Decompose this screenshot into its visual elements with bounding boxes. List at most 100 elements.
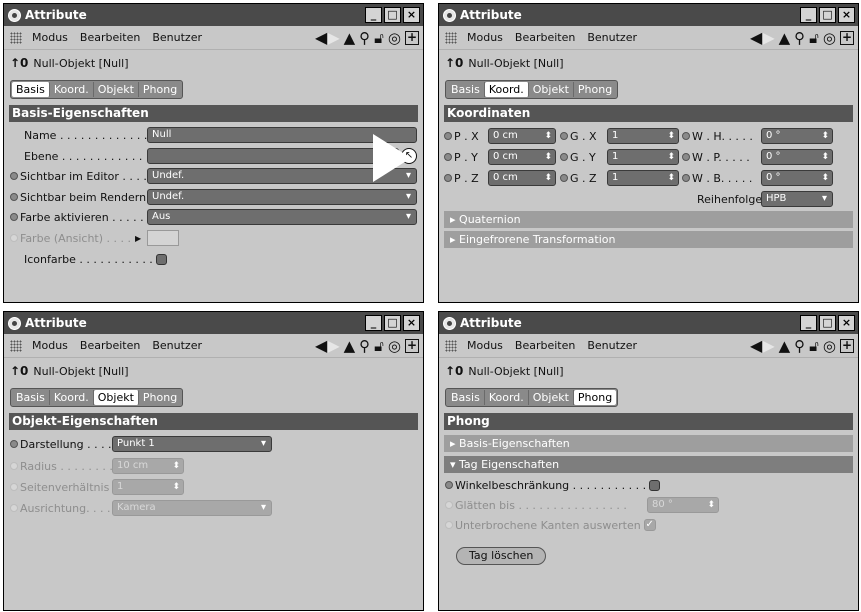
keyframe-dot-icon[interactable]	[10, 213, 18, 221]
tab-basis[interactable]: Basis	[447, 390, 485, 405]
tab-phong[interactable]: Phong	[574, 82, 616, 97]
aspect-input[interactable]: 1	[112, 479, 184, 495]
tab-objekt[interactable]: Objekt	[94, 82, 139, 97]
radius-input[interactable]: 10 cm	[112, 458, 184, 474]
maximize-button[interactable]: □	[819, 7, 836, 23]
keyframe-dot-icon[interactable]	[560, 132, 568, 140]
keyframe-dot-icon[interactable]	[10, 193, 18, 201]
keyframe-dot-icon[interactable]	[10, 172, 18, 180]
tab-koord[interactable]: Koord.	[485, 390, 529, 405]
menu-modus[interactable]: Modus	[32, 31, 68, 44]
rot-h-input[interactable]: 0 °	[761, 128, 833, 144]
minimize-button[interactable]: _	[800, 315, 817, 331]
lock-icon[interactable]: 🔓︎	[374, 29, 384, 47]
up-arrow-icon[interactable]: ▲	[779, 29, 791, 47]
maximize-button[interactable]: □	[384, 315, 401, 331]
angle-limit-checkbox[interactable]	[649, 479, 661, 491]
new-panel-icon[interactable]: +	[840, 31, 854, 45]
tab-phong[interactable]: Phong	[139, 390, 181, 405]
tab-basis[interactable]: Basis	[12, 82, 50, 97]
lock-icon[interactable]: 🔓︎	[809, 29, 819, 47]
forward-arrow-icon[interactable]: ▶	[327, 337, 339, 355]
orientation-dropdown[interactable]: Kamera	[112, 500, 272, 516]
tab-koord[interactable]: Koord.	[50, 390, 94, 405]
rot-p-input[interactable]: 0 °	[761, 149, 833, 165]
keyframe-dot-icon[interactable]	[444, 174, 452, 182]
display-dropdown[interactable]: Punkt 1	[112, 436, 272, 452]
forward-arrow-icon[interactable]: ▶	[762, 29, 774, 47]
menu-modus[interactable]: Modus	[32, 339, 68, 352]
menu-benutzer[interactable]: Benutzer	[152, 339, 202, 352]
back-arrow-icon[interactable]: ◀	[315, 337, 327, 355]
pos-x-input[interactable]: 0 cm	[488, 128, 556, 144]
menu-modus[interactable]: Modus	[467, 339, 503, 352]
grip-icon[interactable]	[10, 339, 22, 352]
back-arrow-icon[interactable]: ◀	[750, 29, 762, 47]
menu-bearbeiten[interactable]: Bearbeiten	[515, 31, 575, 44]
maximize-button[interactable]: □	[384, 7, 401, 23]
tab-basis[interactable]: Basis	[12, 390, 50, 405]
minimize-button[interactable]: _	[365, 315, 382, 331]
minimize-button[interactable]: _	[365, 7, 382, 23]
menu-bearbeiten[interactable]: Bearbeiten	[515, 339, 575, 352]
tab-koord[interactable]: Koord.	[484, 82, 529, 97]
tab-objekt[interactable]: Objekt	[529, 82, 574, 97]
keyframe-dot-icon[interactable]	[560, 153, 568, 161]
tab-phong[interactable]: Phong	[573, 390, 617, 405]
rot-b-input[interactable]: 0 °	[761, 170, 833, 186]
icon-color-checkbox[interactable]	[155, 253, 167, 265]
back-arrow-icon[interactable]: ◀	[750, 337, 762, 355]
close-button[interactable]: ×	[403, 315, 420, 331]
up-arrow-icon[interactable]: ▲	[344, 337, 356, 355]
minimize-button[interactable]: _	[800, 7, 817, 23]
up-arrow-icon[interactable]: ▲	[779, 337, 791, 355]
close-button[interactable]: ×	[838, 315, 855, 331]
menu-benutzer[interactable]: Benutzer	[152, 31, 202, 44]
target-icon[interactable]: ◎	[823, 337, 836, 355]
keyframe-dot-icon[interactable]	[10, 440, 18, 448]
grip-icon[interactable]	[445, 31, 457, 44]
tab-objekt[interactable]: Objekt	[93, 390, 139, 405]
new-panel-icon[interactable]: +	[405, 31, 419, 45]
rotation-order-dropdown[interactable]: HPB	[761, 191, 833, 207]
keyframe-dot-icon[interactable]	[682, 174, 690, 182]
menu-modus[interactable]: Modus	[467, 31, 503, 44]
fold-frozen-transform[interactable]: ▸ Eingefrorene Transformation	[444, 231, 853, 248]
lock-icon[interactable]: 🔓︎	[809, 337, 819, 355]
pos-z-input[interactable]: 0 cm	[488, 170, 556, 186]
tab-phong[interactable]: Phong	[139, 82, 181, 97]
search-icon[interactable]: ⚲	[794, 337, 805, 355]
smoothing-input[interactable]: 80 °	[647, 497, 719, 513]
maximize-button[interactable]: □	[819, 315, 836, 331]
up-arrow-icon[interactable]: ▲	[344, 29, 356, 47]
scale-y-input[interactable]: 1	[607, 149, 679, 165]
fold-tag-properties[interactable]: ▾ Tag Eigenschaften	[444, 456, 853, 473]
menu-bearbeiten[interactable]: Bearbeiten	[80, 31, 140, 44]
color-enable-dropdown[interactable]: Aus	[147, 209, 417, 225]
keyframe-dot-icon[interactable]	[682, 153, 690, 161]
scale-z-input[interactable]: 1	[607, 170, 679, 186]
tab-objekt[interactable]: Objekt	[529, 390, 574, 405]
keyframe-dot-icon[interactable]	[560, 174, 568, 182]
close-button[interactable]: ×	[838, 7, 855, 23]
search-icon[interactable]: ⚲	[359, 337, 370, 355]
target-icon[interactable]: ◎	[388, 29, 401, 47]
back-arrow-icon[interactable]: ◀	[315, 29, 327, 47]
render-visibility-dropdown[interactable]: Undef.	[147, 189, 417, 205]
menu-bearbeiten[interactable]: Bearbeiten	[80, 339, 140, 352]
forward-arrow-icon[interactable]: ▶	[327, 29, 339, 47]
broken-edges-checkbox[interactable]: ✓	[643, 519, 656, 531]
forward-arrow-icon[interactable]: ▶	[762, 337, 774, 355]
keyframe-dot-icon[interactable]	[444, 153, 452, 161]
target-icon[interactable]: ◎	[823, 29, 836, 47]
target-icon[interactable]: ◎	[388, 337, 401, 355]
scale-x-input[interactable]: 1	[607, 128, 679, 144]
grip-icon[interactable]	[10, 31, 22, 44]
ebene-input[interactable]	[147, 148, 399, 164]
menu-benutzer[interactable]: Benutzer	[587, 31, 637, 44]
fold-quaternion[interactable]: ▸ Quaternion	[444, 211, 853, 228]
keyframe-dot-icon[interactable]	[445, 481, 453, 489]
tab-basis[interactable]: Basis	[447, 82, 485, 97]
expand-arrow-icon[interactable]: ▶	[135, 234, 141, 243]
lock-icon[interactable]: 🔓︎	[374, 337, 384, 355]
